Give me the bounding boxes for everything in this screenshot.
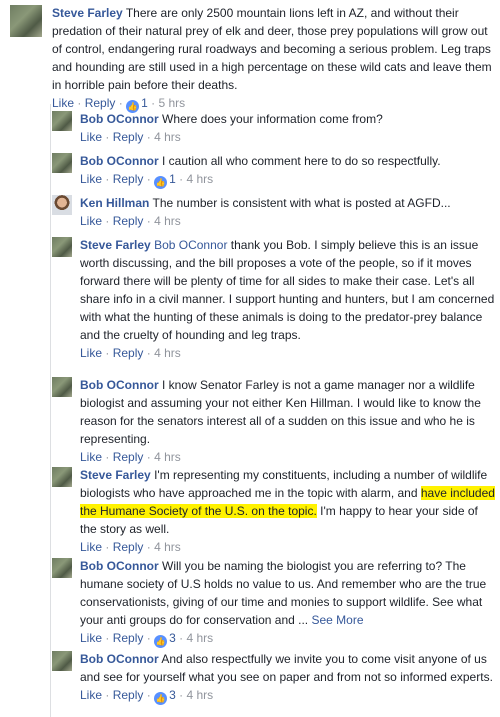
- timestamp[interactable]: 4 hrs: [154, 346, 181, 360]
- reaction-count[interactable]: 👍 1: [154, 172, 176, 189]
- avatar[interactable]: [10, 5, 42, 37]
- like-button[interactable]: Like: [80, 214, 102, 228]
- thumbs-up-icon: 👍: [154, 692, 168, 705]
- avatar[interactable]: [52, 153, 72, 173]
- avatar[interactable]: [52, 237, 72, 257]
- reaction-count[interactable]: 👍 3: [154, 631, 176, 648]
- comment-author[interactable]: Bob OConnor: [80, 378, 159, 392]
- like-button[interactable]: Like: [80, 346, 102, 360]
- reply-button[interactable]: Reply: [113, 540, 144, 554]
- like-button[interactable]: Like: [80, 450, 102, 464]
- comment-text: I caution all who comment here to do so …: [162, 154, 441, 168]
- comment-author[interactable]: Steve Farley: [52, 6, 123, 20]
- comment-author[interactable]: Ken Hillman: [80, 196, 149, 210]
- comment-actions: Like · Reply · 4 hrs: [80, 450, 181, 464]
- like-button[interactable]: Like: [52, 96, 74, 110]
- like-button[interactable]: Like: [80, 631, 102, 645]
- comment-text: The number is consistent with what is po…: [152, 196, 451, 210]
- comment-actions: Like · Reply · 4 hrs: [80, 540, 181, 554]
- reply-button[interactable]: Reply: [113, 130, 144, 144]
- reply-button[interactable]: Reply: [113, 688, 144, 702]
- reply-button[interactable]: Reply: [113, 631, 144, 645]
- comment-actions: Like · Reply · 4 hrs: [80, 214, 181, 228]
- reply-thread-line: [50, 104, 51, 717]
- avatar[interactable]: [52, 467, 72, 487]
- reply-button[interactable]: Reply: [113, 214, 144, 228]
- comment-actions: Like · Reply · 4 hrs: [80, 130, 181, 144]
- comment-actions: Like · Reply · 👍 3 · 4 hrs: [80, 631, 214, 648]
- see-more-link[interactable]: See More: [311, 613, 363, 627]
- comment-actions: Like · Reply · 4 hrs: [80, 346, 181, 360]
- comment-actions: Like · Reply · 👍 1 · 4 hrs: [80, 172, 214, 189]
- comment-text: thank you Bob. I simply believe this is …: [80, 238, 495, 342]
- comment-author[interactable]: Steve Farley: [80, 238, 151, 252]
- timestamp[interactable]: 4 hrs: [154, 540, 181, 554]
- like-button[interactable]: Like: [80, 130, 102, 144]
- comment-author[interactable]: Bob OConnor: [80, 652, 159, 666]
- timestamp[interactable]: 4 hrs: [154, 450, 181, 464]
- timestamp[interactable]: 4 hrs: [154, 214, 181, 228]
- like-button[interactable]: Like: [80, 172, 102, 186]
- comment-author[interactable]: Bob OConnor: [80, 154, 159, 168]
- avatar[interactable]: [52, 651, 72, 671]
- avatar[interactable]: [52, 195, 72, 215]
- timestamp[interactable]: 4 hrs: [186, 688, 213, 702]
- reaction-count[interactable]: 👍 3: [154, 688, 176, 705]
- mention-link[interactable]: Bob OConnor: [154, 238, 227, 252]
- reply-button[interactable]: Reply: [113, 172, 144, 186]
- like-button[interactable]: Like: [80, 688, 102, 702]
- comment-text: Where does your information come from?: [162, 112, 383, 126]
- timestamp[interactable]: 4 hrs: [186, 631, 213, 645]
- reply-button[interactable]: Reply: [113, 346, 144, 360]
- reaction-count[interactable]: 👍 1: [126, 96, 148, 113]
- comment-actions: Like · Reply · 👍 3 · 4 hrs: [80, 688, 214, 705]
- reply-button[interactable]: Reply: [85, 96, 116, 110]
- thumbs-up-icon: 👍: [154, 635, 168, 648]
- comment-author[interactable]: Bob OConnor: [80, 559, 159, 573]
- reply-button[interactable]: Reply: [113, 450, 144, 464]
- like-button[interactable]: Like: [80, 540, 102, 554]
- avatar[interactable]: [52, 111, 72, 131]
- timestamp[interactable]: 4 hrs: [154, 130, 181, 144]
- timestamp[interactable]: 4 hrs: [186, 172, 213, 186]
- avatar[interactable]: [52, 377, 72, 397]
- comment-author[interactable]: Bob OConnor: [80, 112, 159, 126]
- thumbs-up-icon: 👍: [154, 176, 168, 189]
- timestamp[interactable]: 5 hrs: [158, 96, 185, 110]
- avatar[interactable]: [52, 558, 72, 578]
- comment-author[interactable]: Steve Farley: [80, 468, 151, 482]
